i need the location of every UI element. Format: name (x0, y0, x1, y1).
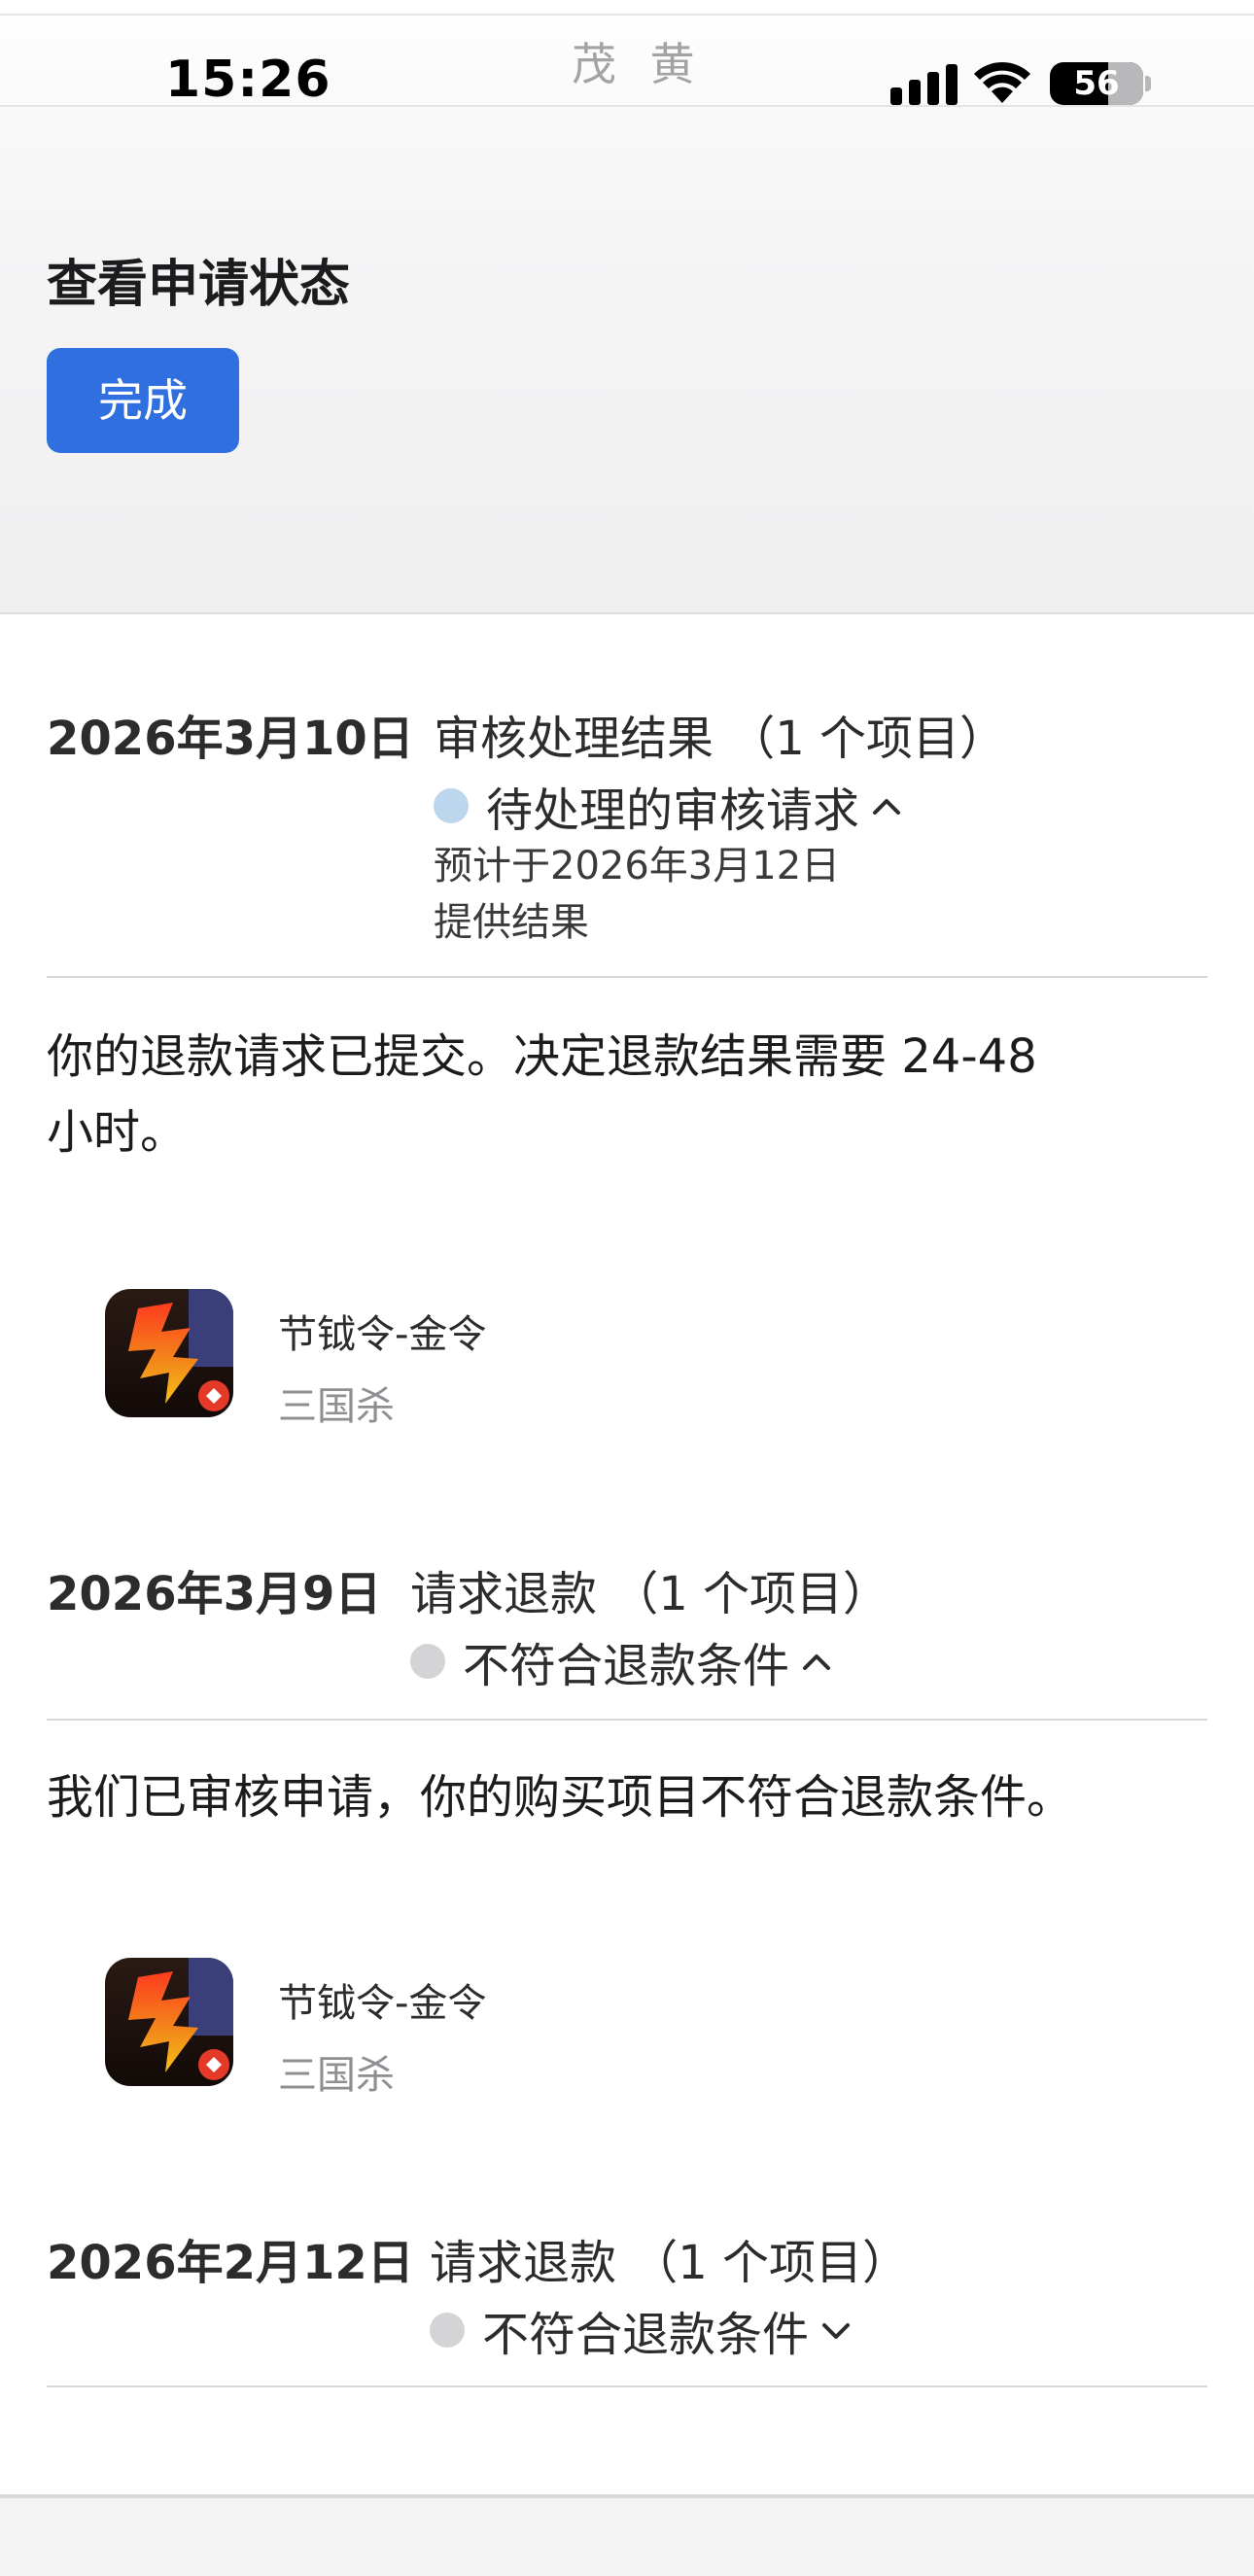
record-type: 审核处理结果 （1 个项目） (434, 712, 1007, 766)
record-type: 请求退款 （1 个项目） (430, 2236, 910, 2290)
expected-result-date: 预计于2026年3月12日 (434, 844, 841, 888)
ineligible-status-dot (430, 2313, 465, 2348)
record-date: 2026年3月10日 (47, 712, 414, 766)
battery-tip (1145, 76, 1151, 91)
record-message-line: 你的退款请求已提交。决定退款结果需要 24-48 (47, 1029, 1037, 1084)
record-status-label: 不符合退款条件 (463, 1639, 790, 1693)
page-title: 查看申请状态 (47, 256, 351, 314)
chevron-down-icon (822, 2323, 851, 2339)
item-name: 节钺令-金令 (278, 1312, 487, 1357)
record-message-line: 小时。 (47, 1105, 188, 1160)
done-button[interactable]: 完成 (47, 348, 239, 453)
record-divider (47, 976, 1207, 978)
record-divider (47, 1719, 1207, 1721)
item-name: 节钺令-金令 (278, 1981, 487, 2026)
record-divider (47, 2385, 1207, 2387)
top-divider (0, 14, 1254, 16)
record-status-label: 不符合退款条件 (482, 2308, 810, 2362)
item-developer: 三国杀 (278, 1384, 395, 1429)
item-developer: 三国杀 (278, 2053, 395, 2098)
sanguosha-app-icon (105, 1289, 233, 1417)
wifi-icon (974, 61, 1030, 103)
pending-status-dot (434, 788, 469, 823)
battery-icon: 56 (1050, 62, 1143, 105)
sanguosha-app-icon (105, 1958, 233, 2086)
status-center-text: 茂 黄 (572, 38, 705, 90)
record-status-toggle[interactable]: 不符合退款条件 (410, 1627, 832, 1695)
chevron-up-icon (803, 1654, 831, 1670)
record-type: 请求退款 （1 个项目） (410, 1567, 890, 1621)
battery-level: 56 (1073, 64, 1120, 103)
record-message-line: 我们已审核申请，你的购买项目不符合退款条件。 (47, 1770, 1074, 1825)
cellular-signal-icon (890, 62, 958, 105)
status-time: 15:26 (165, 51, 331, 109)
chevron-up-icon (873, 799, 901, 815)
bottom-toolbar (0, 2494, 1254, 2576)
record-status-label: 待处理的审核请求 (486, 783, 860, 838)
record-date: 2026年2月12日 (47, 2236, 414, 2290)
expected-result-suffix: 提供结果 (434, 900, 589, 945)
record-status-toggle[interactable]: 不符合退款条件 (430, 2296, 852, 2364)
ineligible-status-dot (410, 1644, 445, 1679)
record-date: 2026年3月9日 (47, 1567, 382, 1621)
record-status-toggle[interactable]: 待处理的审核请求 (434, 772, 902, 840)
